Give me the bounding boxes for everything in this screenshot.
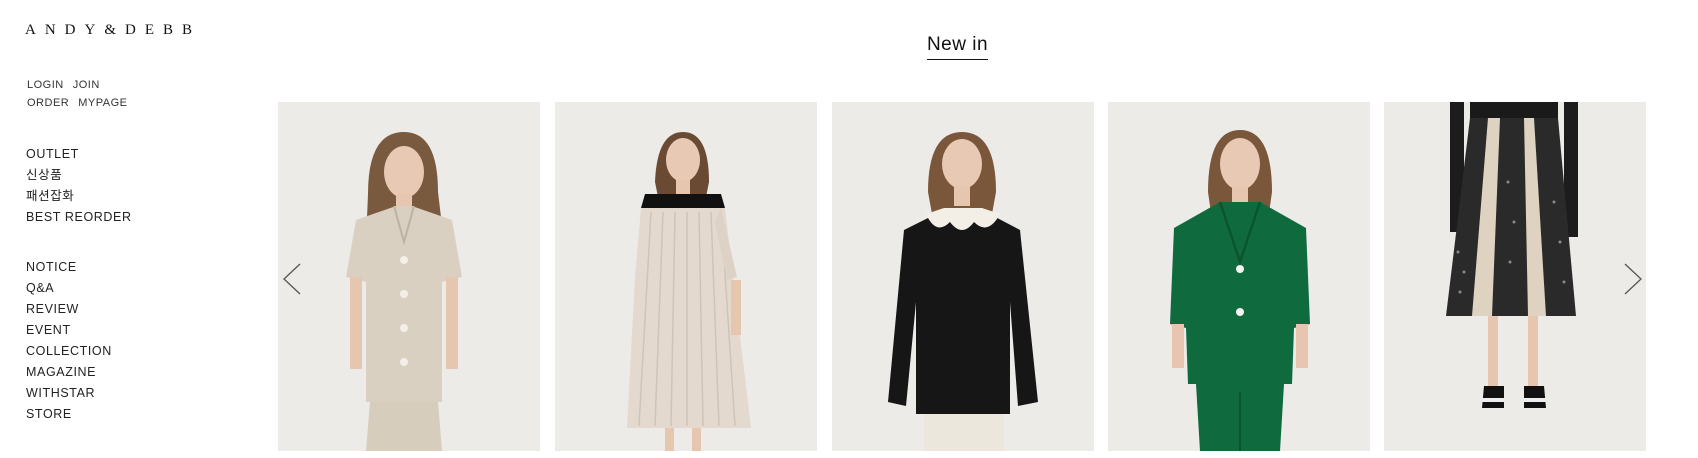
product-image	[832, 102, 1094, 451]
menu-item-fashion-accessories[interactable]: 패션잡화	[26, 186, 132, 207]
product-card[interactable]	[1384, 102, 1646, 451]
primary-menu: OUTLET 신상품 패션잡화 BEST REORDER	[26, 144, 132, 228]
menu-item-magazine[interactable]: MAGAZINE	[26, 362, 112, 383]
menu-item-outlet[interactable]: OUTLET	[26, 144, 132, 165]
product-image	[278, 102, 540, 451]
menu-item-withstar[interactable]: WITHSTAR	[26, 383, 112, 404]
secondary-menu: NOTICE Q&A REVIEW EVENT COLLECTION MAGAZ…	[26, 257, 112, 425]
join-link[interactable]: JOIN	[73, 79, 100, 91]
section-title: New in	[926, 34, 989, 60]
menu-item-new-products[interactable]: 신상품	[26, 165, 132, 186]
brand-logo[interactable]: ANDY&DEBB	[25, 22, 201, 39]
product-card[interactable]	[555, 102, 817, 451]
order-link[interactable]: ORDER	[27, 97, 69, 109]
section-title-wrap: New in	[0, 34, 1698, 60]
menu-item-best-reorder[interactable]: BEST REORDER	[26, 207, 132, 228]
menu-item-event[interactable]: EVENT	[26, 320, 112, 341]
carousel-next-button[interactable]	[1622, 262, 1644, 296]
product-card[interactable]	[832, 102, 1094, 451]
carousel-prev-button[interactable]	[281, 262, 303, 296]
menu-item-qna[interactable]: Q&A	[26, 278, 112, 299]
menu-item-collection[interactable]: COLLECTION	[26, 341, 112, 362]
product-card[interactable]	[1108, 102, 1370, 451]
product-image	[555, 102, 817, 451]
product-image	[1384, 102, 1646, 451]
menu-item-review[interactable]: REVIEW	[26, 299, 112, 320]
chevron-left-icon	[283, 263, 301, 295]
product-image	[1108, 102, 1370, 451]
product-card[interactable]	[278, 102, 540, 451]
menu-item-store[interactable]: STORE	[26, 404, 112, 425]
chevron-right-icon	[1624, 263, 1642, 295]
login-link[interactable]: LOGIN	[27, 79, 64, 91]
menu-item-notice[interactable]: NOTICE	[26, 257, 112, 278]
header-links-row-2: ORDER MYPAGE	[27, 97, 137, 109]
mypage-link[interactable]: MYPAGE	[78, 97, 127, 109]
header-links-row-1: LOGIN JOIN	[27, 79, 109, 91]
